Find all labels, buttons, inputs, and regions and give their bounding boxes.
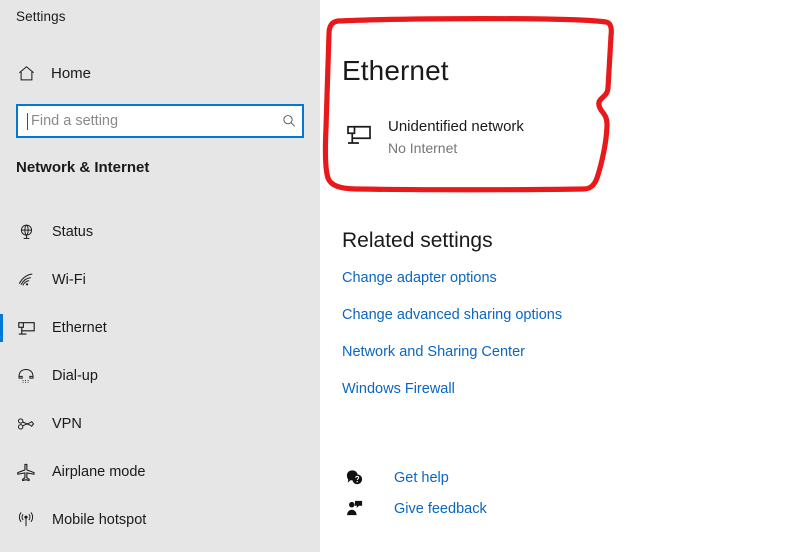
- get-help-row[interactable]: Get help: [342, 462, 642, 493]
- related-settings-links: Change adapter options Change advanced s…: [342, 269, 672, 417]
- help-section: Get help Give feedback: [342, 462, 642, 524]
- home-icon: [15, 62, 37, 84]
- sidebar-nav: Status Wi-Fi Ethernet Dial-up VPN Airpla…: [0, 208, 320, 544]
- give-feedback-icon: [342, 499, 366, 518]
- link-network-and-sharing-center[interactable]: Network and Sharing Center: [342, 343, 672, 361]
- ethernet-monitor-icon: [342, 118, 376, 152]
- settings-window: Settings Home Find a setting Network & I…: [0, 0, 809, 552]
- dialup-phone-icon: [14, 364, 38, 388]
- network-connection-status: No Internet: [388, 140, 458, 156]
- link-windows-firewall[interactable]: Windows Firewall: [342, 380, 672, 398]
- sidebar-item-wifi-label: Wi-Fi: [52, 272, 86, 288]
- sidebar-item-home[interactable]: Home: [0, 57, 320, 89]
- content-pane: Ethernet Unidentified network No Interne…: [320, 0, 809, 552]
- network-name: Unidentified network: [388, 118, 524, 135]
- sidebar-item-airplane-mode[interactable]: Airplane mode: [0, 448, 320, 496]
- sidebar-item-airplane-mode-label: Airplane mode: [52, 464, 146, 480]
- search-caret: [27, 112, 28, 130]
- sidebar-item-dialup-label: Dial-up: [52, 368, 98, 384]
- link-change-advanced-sharing-options[interactable]: Change advanced sharing options: [342, 306, 672, 324]
- sidebar-item-status[interactable]: Status: [0, 208, 320, 256]
- sidebar-item-ethernet-label: Ethernet: [52, 320, 107, 336]
- sidebar-item-mobile-hotspot[interactable]: Mobile hotspot: [0, 496, 320, 544]
- airplane-icon: [14, 460, 38, 484]
- search-placeholder: Find a setting: [31, 113, 119, 129]
- related-settings-heading: Related settings: [342, 229, 493, 252]
- get-help-label[interactable]: Get help: [394, 470, 449, 486]
- app-title: Settings: [16, 9, 66, 24]
- sidebar-item-ethernet[interactable]: Ethernet: [0, 304, 320, 352]
- sidebar-item-status-label: Status: [52, 224, 94, 240]
- give-feedback-row[interactable]: Give feedback: [342, 493, 642, 524]
- get-help-icon: [342, 468, 366, 487]
- network-texts: Unidentified network No Internet: [388, 117, 524, 158]
- ethernet-monitor-icon: [14, 316, 38, 340]
- sidebar-item-mobile-hotspot-label: Mobile hotspot: [52, 512, 147, 528]
- sidebar: Settings Home Find a setting Network & I…: [0, 0, 320, 552]
- give-feedback-label[interactable]: Give feedback: [394, 501, 487, 517]
- hotspot-broadcast-icon: [14, 508, 38, 532]
- selection-indicator: [0, 314, 3, 342]
- sidebar-section-title: Network & Internet: [16, 159, 150, 176]
- sidebar-item-home-label: Home: [51, 64, 92, 82]
- globe-status-icon: [14, 220, 38, 244]
- sidebar-item-vpn-label: VPN: [52, 416, 82, 432]
- search-input[interactable]: Find a setting: [16, 104, 304, 138]
- sidebar-item-wifi[interactable]: Wi-Fi: [0, 256, 320, 304]
- wifi-icon: [14, 268, 38, 292]
- link-change-adapter-options[interactable]: Change adapter options: [342, 269, 672, 287]
- vpn-key-icon: [14, 412, 38, 436]
- sidebar-item-vpn[interactable]: VPN: [0, 400, 320, 448]
- page-title: Ethernet: [342, 55, 449, 86]
- search-icon[interactable]: [276, 113, 302, 129]
- network-status-row[interactable]: Unidentified network No Internet: [342, 117, 524, 158]
- sidebar-item-dialup[interactable]: Dial-up: [0, 352, 320, 400]
